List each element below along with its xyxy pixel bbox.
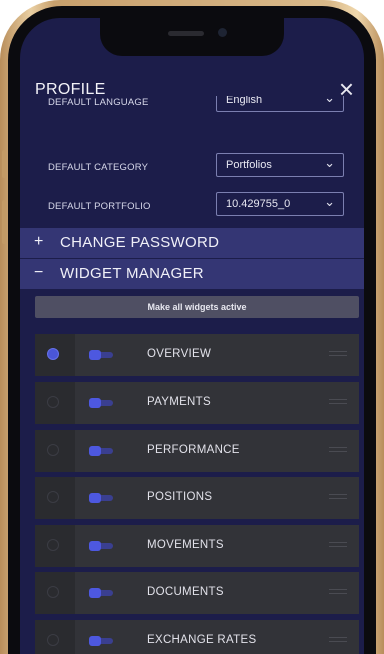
drag-handle-icon[interactable] [329,589,347,597]
drag-handle-icon[interactable] [329,447,347,455]
radio-button[interactable] [47,539,59,551]
select-value: Portfolios [226,159,272,171]
widget-name: OVERVIEW [147,348,212,360]
widget-cell: POSITIONS [75,477,359,519]
radio-button[interactable] [47,348,59,360]
drag-handle-icon[interactable] [329,637,347,645]
widget-list: OVERVIEW PAYMENTS PERFORMANCE POSITIONS … [35,334,359,654]
widget-row-performance[interactable]: PERFORMANCE [35,430,359,472]
select-value: 10.429755_0 [226,198,291,210]
section-label: WIDGET MANAGER [60,265,204,282]
widget-row-documents[interactable]: DOCUMENTS [35,572,359,614]
toggle-switch[interactable] [89,588,113,598]
chevron-down-icon: ⌄ [324,155,335,170]
widget-name: PERFORMANCE [147,444,240,456]
front-camera [218,28,227,37]
section-label: CHANGE PASSWORD [60,234,220,251]
widget-name: DOCUMENTS [147,586,224,598]
radio-button[interactable] [47,491,59,503]
widget-row-movements[interactable]: MOVEMENTS [35,525,359,567]
toggle-switch[interactable] [89,636,113,646]
side-button [2,200,6,244]
widget-name: PAYMENTS [147,396,211,408]
widget-name: EXCHANGE RATES [147,634,257,646]
settings-panel: DEFAULT LANGUAGE English ⌄ DEFAULT CATEG… [20,96,364,226]
widget-name: POSITIONS [147,491,213,503]
widget-cell: EXCHANGE RATES [75,620,359,654]
widget-cell: DOCUMENTS [75,572,359,614]
widget-cell: OVERVIEW [75,334,359,376]
drag-handle-icon[interactable] [329,494,347,502]
setting-label: DEFAULT PORTFOLIO [48,201,151,212]
widget-name: MOVEMENTS [147,539,224,551]
speaker-grille [168,31,204,36]
drag-handle-icon[interactable] [329,542,347,550]
toggle-switch[interactable] [89,350,113,360]
widget-row-payments[interactable]: PAYMENTS [35,382,359,424]
side-button [2,150,6,178]
close-icon[interactable]: × [339,74,354,104]
setting-default-portfolio: DEFAULT PORTFOLIO 10.429755_0 ⌄ [20,192,364,222]
collapse-icon: − [34,264,44,281]
notch [100,18,284,56]
chevron-down-icon: ⌄ [324,194,335,209]
toggle-switch[interactable] [89,493,113,503]
expand-icon: + [34,233,44,250]
toggle-switch[interactable] [89,398,113,408]
widget-cell: PERFORMANCE [75,430,359,472]
radio-button[interactable] [47,634,59,646]
widget-cell: MOVEMENTS [75,525,359,567]
radio-button[interactable] [47,396,59,408]
drag-handle-icon[interactable] [329,351,347,359]
widget-cell: PAYMENTS [75,382,359,424]
widget-row-exchange-rates[interactable]: EXCHANGE RATES [35,620,359,654]
phone-frame: PROFILE × DEFAULT LANGUAGE English ⌄ DEF… [0,0,384,654]
widget-row-positions[interactable]: POSITIONS [35,477,359,519]
page-title: PROFILE [35,81,106,98]
drag-handle-icon[interactable] [329,399,347,407]
radio-button[interactable] [47,444,59,456]
change-password-section[interactable]: + CHANGE PASSWORD [20,228,364,258]
profile-header: PROFILE × [20,74,364,106]
radio-button[interactable] [47,586,59,598]
widget-row-overview[interactable]: OVERVIEW [35,334,359,376]
setting-default-category: DEFAULT CATEGORY Portfolios ⌄ [20,153,364,183]
portfolio-select[interactable]: 10.429755_0 ⌄ [216,192,344,216]
toggle-switch[interactable] [89,541,113,551]
category-select[interactable]: Portfolios ⌄ [216,153,344,177]
widget-manager-section[interactable]: − WIDGET MANAGER [20,259,364,289]
toggle-switch[interactable] [89,446,113,456]
make-all-widgets-active-button[interactable]: Make all widgets active [35,296,359,318]
setting-label: DEFAULT CATEGORY [48,162,149,173]
app-screen: PROFILE × DEFAULT LANGUAGE English ⌄ DEF… [20,18,364,654]
